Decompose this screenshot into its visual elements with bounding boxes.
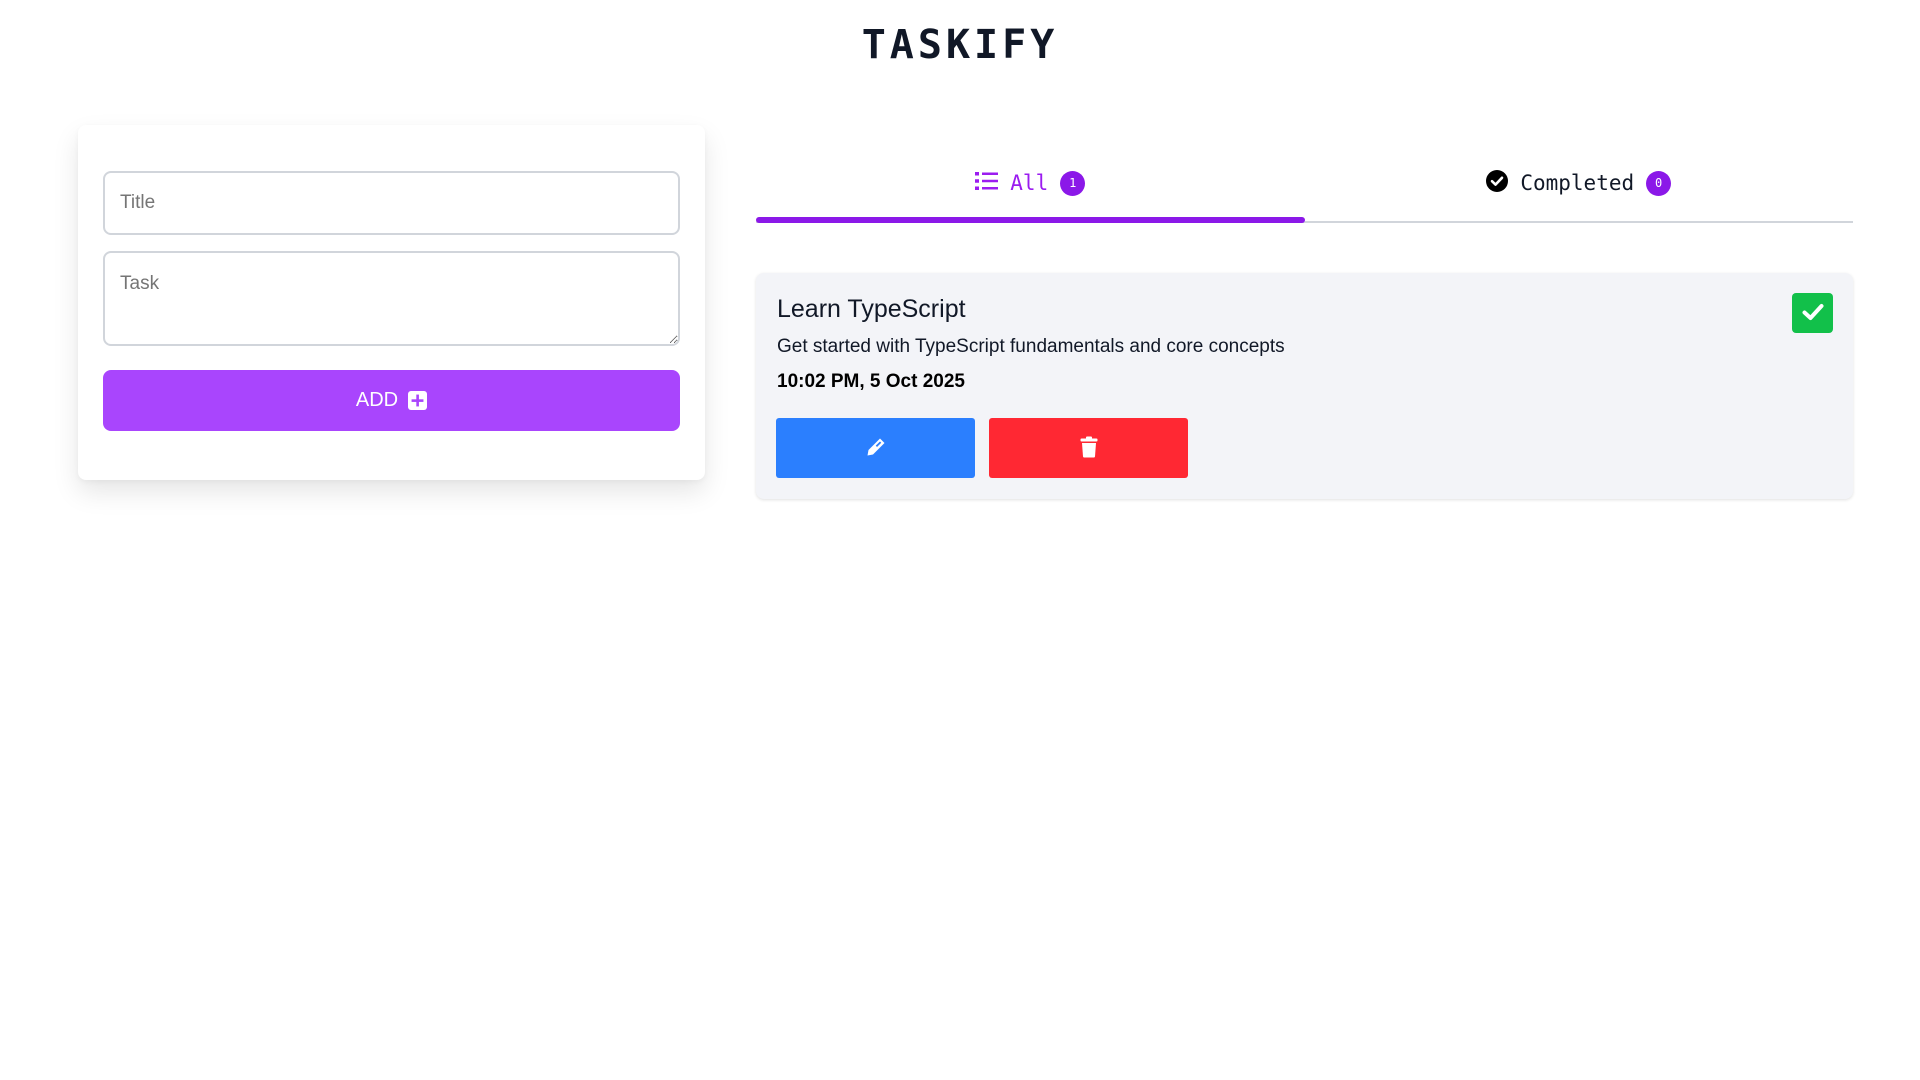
tab-all-count-badge: 1: [1060, 170, 1086, 196]
filter-tabs: All 1 Completed 0: [756, 155, 1853, 223]
task-title: Learn TypeScript: [777, 295, 966, 323]
app-title: TASKIFY: [861, 22, 1059, 68]
add-task-form: ADD: [78, 125, 705, 480]
add-button-label: ADD: [355, 389, 399, 411]
tab-completed-count-badge: 0: [1646, 170, 1672, 196]
trash-icon: [1080, 436, 1098, 461]
task-textarea[interactable]: [103, 251, 680, 346]
complete-button[interactable]: [1792, 293, 1833, 333]
tab-completed-label: Completed: [1520, 171, 1635, 195]
task-description: Get started with TypeScript fundamentals…: [777, 336, 1285, 357]
tab-all-label: All: [1010, 171, 1049, 195]
task-card: Learn TypeScript Get started with TypeSc…: [756, 273, 1853, 499]
task-timestamp: 10:02 PM, 5 Oct 2025: [777, 371, 965, 392]
add-button[interactable]: ADD: [103, 370, 680, 431]
list-icon: [975, 171, 999, 196]
checkmark-icon: [1802, 303, 1824, 324]
check-circle-icon: [1486, 169, 1509, 197]
tab-all[interactable]: All 1: [756, 155, 1305, 223]
active-tab-indicator: [756, 217, 1305, 223]
tab-completed[interactable]: Completed 0: [1305, 155, 1854, 211]
title-input[interactable]: [103, 171, 680, 235]
delete-button[interactable]: [989, 418, 1188, 478]
plus-square-icon: [408, 391, 428, 410]
pencil-icon: [865, 436, 887, 461]
edit-button[interactable]: [776, 418, 975, 478]
